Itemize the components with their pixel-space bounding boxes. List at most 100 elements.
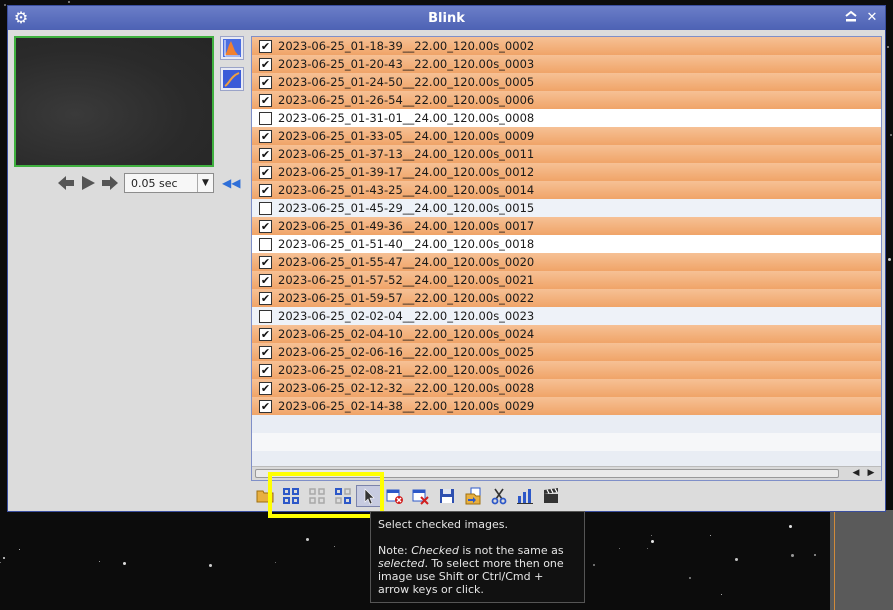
checked-checkbox[interactable]: ✔ [259,363,272,377]
tooltip-note: Note: Checked is not the same as selecte… [378,544,577,596]
star [646,547,648,549]
horizontal-scrollbar[interactable]: ◀ ▶ [252,466,881,480]
star [889,134,892,137]
next-image-icon[interactable] [100,173,120,193]
checked-checkbox[interactable]: ✔ [259,57,272,71]
checked-checkbox[interactable]: ✔ [259,183,272,197]
list-item[interactable]: ✔ 2023-06-25_02-14-38__22.00_120.00s_0029 [252,397,881,415]
list-item[interactable]: ✔ 2023-06-25_01-20-43__22.00_120.00s_0003 [252,55,881,73]
unchecked-checkbox[interactable] [259,237,272,251]
checked-checkbox[interactable]: ✔ [259,93,272,107]
star [306,538,310,542]
list-item[interactable]: ✔ 2023-06-25_01-43-25__24.00_120.00s_0014 [252,181,881,199]
list-item-label: 2023-06-25_01-59-57__22.00_120.00s_0022 [278,291,535,305]
checked-checkbox[interactable]: ✔ [259,381,272,395]
checked-checkbox[interactable]: ✔ [259,165,272,179]
stretch-curve-icon[interactable] [220,67,244,91]
list-item[interactable]: ✔ 2023-06-25_01-26-54__22.00_120.00s_0006 [252,91,881,109]
list-item[interactable]: ✔ 2023-06-25_02-06-16__22.00_120.00s_0025 [252,343,881,361]
checked-checkbox[interactable]: ✔ [259,129,272,143]
checked-checkbox[interactable]: ✔ [259,219,272,233]
star [814,554,817,557]
histogram-icon[interactable] [220,36,244,60]
star [887,45,890,48]
list-item[interactable]: ✔ 2023-06-25_02-08-21__22.00_120.00s_0026 [252,361,881,379]
checked-checkbox[interactable]: ✔ [259,345,272,359]
list-item[interactable]: 2023-06-25_01-51-40__24.00_120.00s_0018 [252,235,881,253]
checked-checkbox[interactable]: ✔ [259,39,272,53]
list-item[interactable]: ✔ 2023-06-25_01-49-36__24.00_120.00s_0017 [252,217,881,235]
checked-checkbox[interactable]: ✔ [259,291,272,305]
invert-selection-icon[interactable] [330,485,356,507]
list-item-label: 2023-06-25_02-12-32__22.00_120.00s_0028 [278,381,535,395]
create-movie-icon[interactable] [538,485,564,507]
list-item[interactable]: ✔ 2023-06-25_02-12-32__22.00_120.00s_0028 [252,379,881,397]
cut-icon[interactable] [486,485,512,507]
close-selected-icon[interactable] [382,485,408,507]
star [721,594,723,596]
list-item-label: 2023-06-25_02-08-21__22.00_120.00s_0026 [278,363,535,377]
list-item-label: 2023-06-25_01-18-39__22.00_120.00s_0002 [278,39,535,53]
open-folder-icon[interactable] [252,485,278,507]
close-unselected-icon[interactable] [408,485,434,507]
list-item[interactable]: ✔ 2023-06-25_01-55-47__24.00_120.00s_0020 [252,253,881,271]
tooltip: Select checked images. Note: Checked is … [370,511,585,603]
list-item-label: 2023-06-25_01-20-43__22.00_120.00s_0003 [278,57,535,71]
list-item[interactable]: ✔ 2023-06-25_01-57-52__24.00_120.00s_0021 [252,271,881,289]
scroll-right-icon[interactable]: ▶ [864,467,878,480]
empty-list-row [252,433,881,451]
speed-select[interactable]: 0.05 sec ▼ [124,173,214,193]
star [734,558,738,562]
copy-move-icon[interactable] [460,485,486,507]
star [618,547,620,549]
star [98,560,100,562]
list-item[interactable]: 2023-06-25_01-31-01__24.00_120.00s_0008 [252,109,881,127]
list-item[interactable]: ✔ 2023-06-25_01-39-17__24.00_120.00s_0012 [252,163,881,181]
select-all-icon[interactable] [278,485,304,507]
rewind-icon[interactable]: ◀◀ [222,176,240,190]
toolbar [252,485,564,507]
unchecked-checkbox[interactable] [259,111,272,125]
unselect-all-icon[interactable] [304,485,330,507]
list-item[interactable]: 2023-06-25_01-45-29__24.00_120.00s_0015 [252,199,881,217]
list-item-label: 2023-06-25_01-55-47__24.00_120.00s_0020 [278,255,535,269]
star [650,539,654,543]
star [790,553,794,557]
scrollbar-track[interactable] [255,469,839,478]
window-title: Blink [428,10,465,26]
playback-controls [56,172,120,194]
star [3,3,6,6]
shade-icon[interactable] [843,10,859,26]
checked-checkbox[interactable]: ✔ [259,399,272,413]
list-item[interactable]: ✔ 2023-06-25_01-59-57__22.00_120.00s_0022 [252,289,881,307]
star [688,576,691,579]
list-item-label: 2023-06-25_02-02-04__22.00_120.00s_0023 [278,309,535,323]
list-item-label: 2023-06-25_01-57-52__24.00_120.00s_0021 [278,273,535,287]
file-list[interactable]: ◀ ▶ ✔ 2023-06-25_01-18-39__22.00_120.00s_… [251,36,882,481]
gear-icon[interactable]: ⚙ [12,9,30,27]
scroll-left-icon[interactable]: ◀ [849,467,863,480]
checked-checkbox[interactable]: ✔ [259,147,272,161]
select-checked-icon[interactable] [356,485,382,507]
save-icon[interactable] [434,485,460,507]
checked-checkbox[interactable]: ✔ [259,255,272,269]
list-item[interactable]: ✔ 2023-06-25_01-33-05__24.00_120.00s_0009 [252,127,881,145]
list-item-label: 2023-06-25_01-33-05__24.00_120.00s_0009 [278,129,535,143]
play-icon[interactable] [78,173,98,193]
list-item[interactable]: 2023-06-25_02-02-04__22.00_120.00s_0023 [252,307,881,325]
image-preview[interactable] [14,36,214,167]
list-item[interactable]: ✔ 2023-06-25_01-37-13__24.00_120.00s_0011 [252,145,881,163]
list-item[interactable]: ✔ 2023-06-25_01-18-39__22.00_120.00s_0002 [252,37,881,55]
list-item[interactable]: ✔ 2023-06-25_02-04-10__22.00_120.00s_0024 [252,325,881,343]
star [2,556,5,559]
unchecked-checkbox[interactable] [259,309,272,323]
checked-checkbox[interactable]: ✔ [259,273,272,287]
checked-checkbox[interactable]: ✔ [259,75,272,89]
list-item[interactable]: ✔ 2023-06-25_01-24-50__22.00_120.00s_0005 [252,73,881,91]
statistics-icon[interactable] [512,485,538,507]
checked-checkbox[interactable]: ✔ [259,327,272,341]
previous-image-icon[interactable] [56,173,76,193]
unchecked-checkbox[interactable] [259,201,272,215]
titlebar[interactable]: ⚙ Blink ✕ [8,6,885,30]
close-icon[interactable]: ✕ [864,10,880,26]
